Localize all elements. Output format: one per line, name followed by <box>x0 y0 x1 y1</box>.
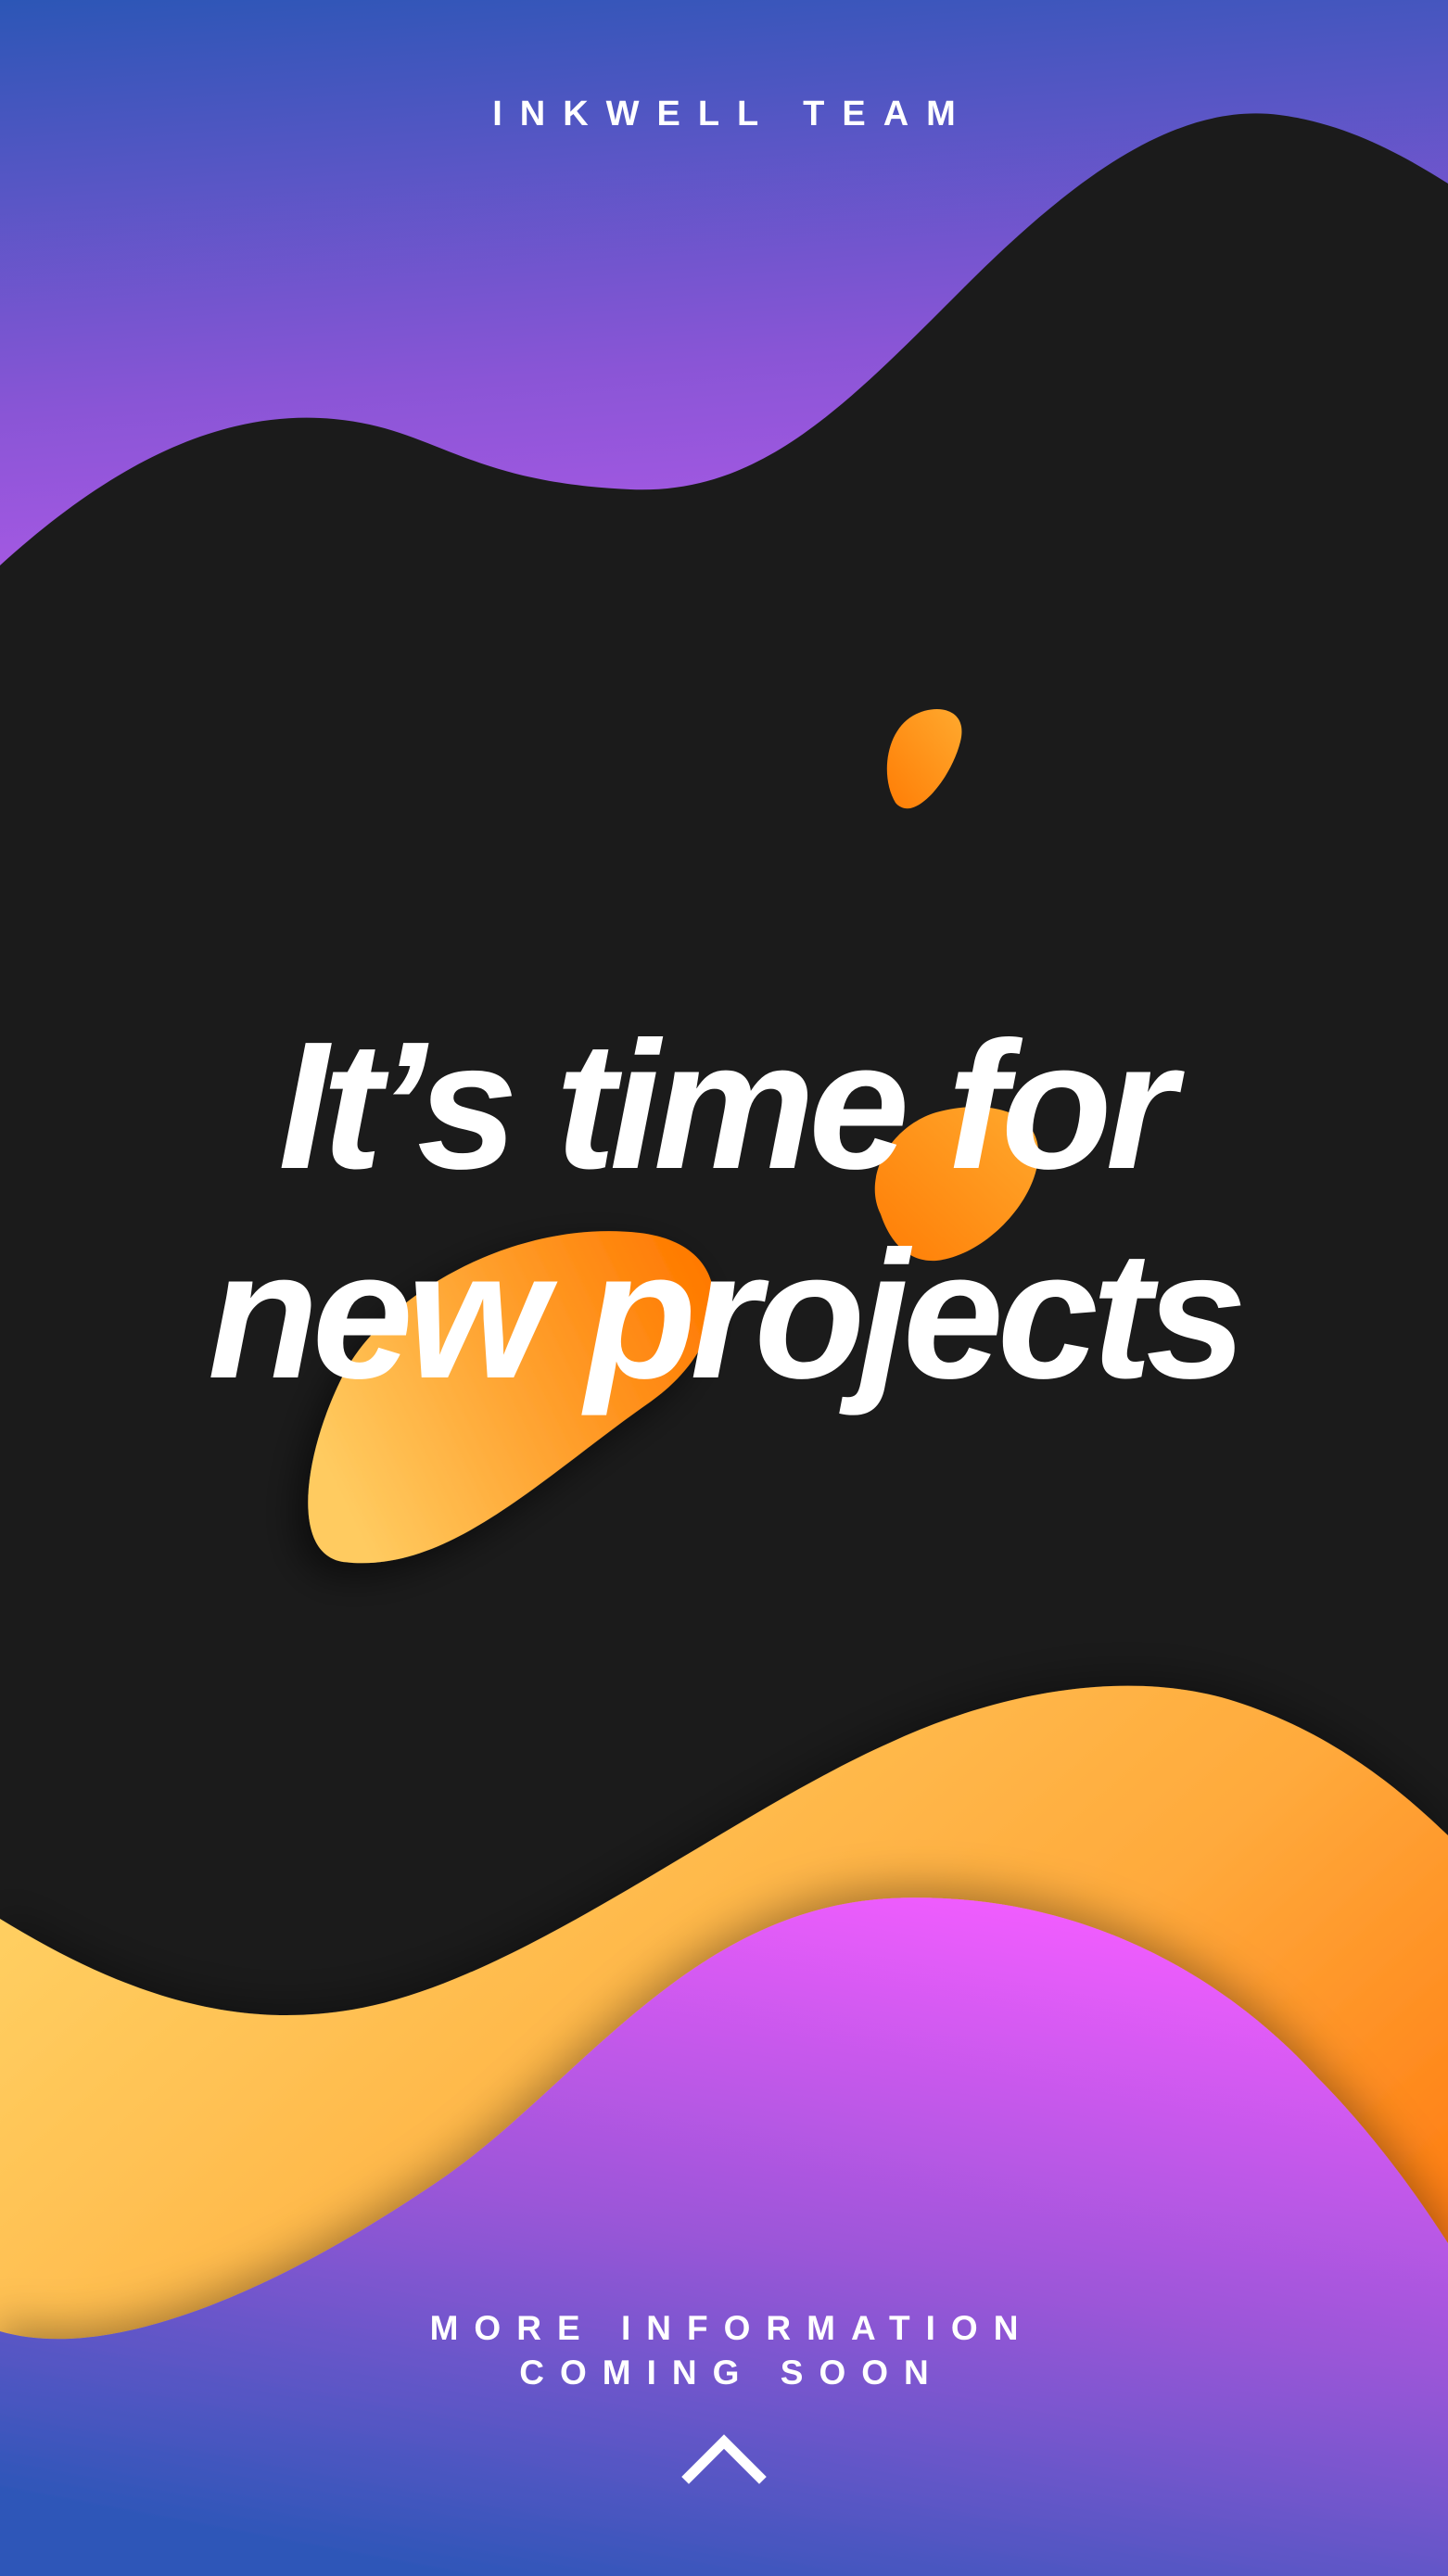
chevron-up-icon <box>681 2434 767 2484</box>
headline-line-1: It’s time for <box>278 1004 1176 1207</box>
headline-line-2: new projects <box>207 1213 1247 1416</box>
footer-line-2: COMING SOON <box>519 2354 945 2392</box>
scroll-up-button[interactable] <box>681 2429 767 2486</box>
brand-name: INKWELL TEAM <box>492 95 973 133</box>
headline: It’s time for new projects <box>0 1001 1448 1420</box>
poster: INKWELL TEAM It’s time for new projects … <box>0 0 1448 2576</box>
footer-line-1: MORE INFORMATION <box>429 2309 1035 2347</box>
coming-soon-message: MORE INFORMATION COMING SOON <box>0 2306 1448 2395</box>
